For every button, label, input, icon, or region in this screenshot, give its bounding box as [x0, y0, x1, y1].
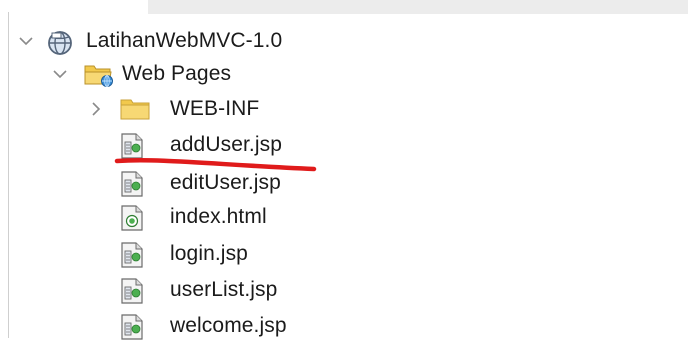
- jsp-file-icon: [120, 133, 144, 159]
- jsp-file-icon: [120, 278, 144, 304]
- tree-node-file[interactable]: login.jsp: [120, 237, 248, 271]
- tree-node-web-pages[interactable]: Web Pages: [50, 57, 231, 91]
- panel-left-edge: [8, 12, 9, 338]
- panel-top-edge: [148, 0, 688, 14]
- tree-node-file[interactable]: addUser.jsp: [120, 128, 282, 162]
- web-pages-folder-icon: [84, 62, 114, 87]
- folder-icon: [120, 97, 150, 121]
- jsp-file-icon: [120, 314, 144, 340]
- jsp-file-icon: [120, 242, 144, 268]
- chevron-right-icon[interactable]: [86, 92, 108, 126]
- tree-node-file[interactable]: index.html: [120, 200, 267, 234]
- tree-node-label: userList.jsp: [170, 278, 278, 301]
- tree-node-file[interactable]: userList.jsp: [120, 273, 277, 307]
- tree-node-project[interactable]: LatihanWebMVC-1.0: [16, 24, 282, 58]
- jsp-file-icon: [120, 171, 144, 197]
- tree-node-label: WEB-INF: [170, 97, 260, 120]
- html-file-icon: [120, 205, 144, 231]
- tree-node-label: login.jsp: [170, 242, 248, 265]
- tree-node-label: index.html: [170, 205, 267, 228]
- tree-node-file[interactable]: editUser.jsp: [120, 166, 281, 200]
- tree-node-web-inf[interactable]: WEB-INF: [86, 92, 259, 126]
- chevron-down-icon[interactable]: [16, 24, 38, 58]
- tree-node-label: welcome.jsp: [170, 314, 287, 337]
- web-project-globe-icon: [46, 29, 72, 55]
- tree-node-label: Web Pages: [122, 62, 232, 85]
- tree-node-label: addUser.jsp: [170, 133, 282, 156]
- tree-node-label: editUser.jsp: [170, 171, 281, 194]
- chevron-down-icon[interactable]: [50, 57, 72, 91]
- tree-node-label: LatihanWebMVC-1.0: [86, 29, 283, 52]
